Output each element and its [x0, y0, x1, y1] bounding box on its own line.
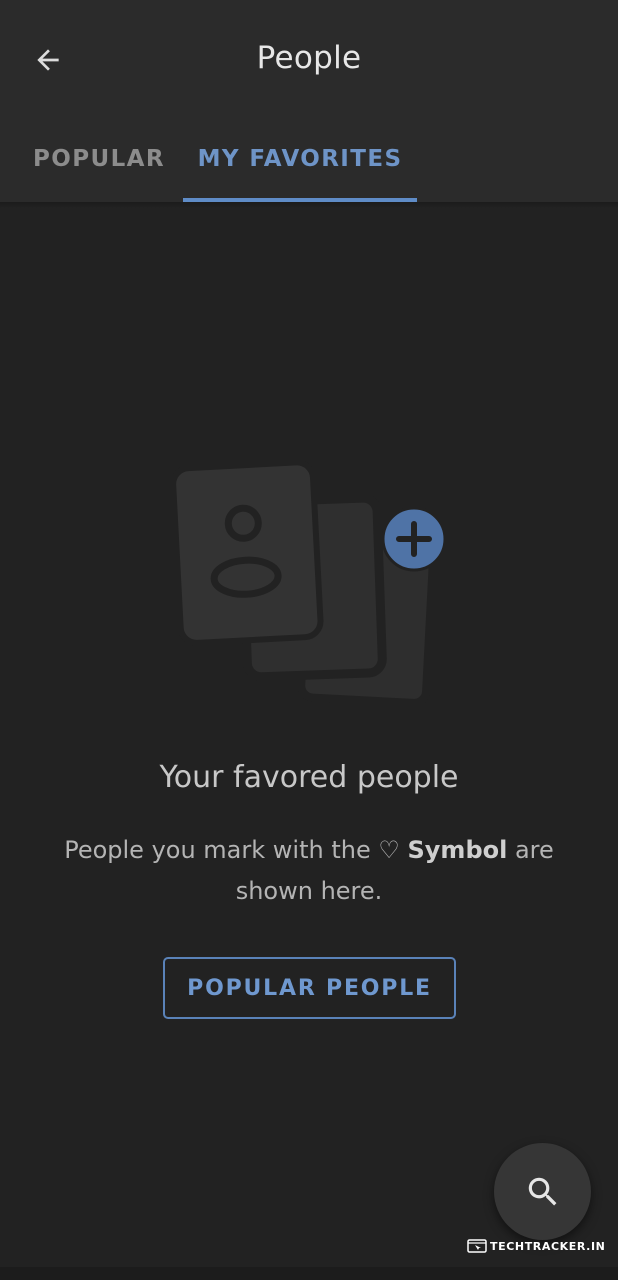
empty-state-title: Your favored people — [159, 760, 459, 795]
tab-my-favorites-label: MY FAVORITES — [197, 146, 403, 172]
search-fab[interactable] — [494, 1143, 591, 1240]
description-text-start: People you mark with the — [64, 836, 379, 864]
popular-people-button[interactable]: POPULAR PEOPLE — [163, 957, 456, 1019]
contact-cards-add-icon — [160, 455, 460, 715]
bottom-edge — [0, 1267, 618, 1280]
watermark-text: TECHTRACKER.IN — [490, 1239, 606, 1253]
watermark: TECHTRACKER.IN — [467, 1237, 605, 1255]
heart-icon: ♡ — [378, 836, 400, 864]
tab-my-favorites[interactable]: MY FAVORITES — [183, 146, 417, 202]
page-title: People — [256, 40, 362, 76]
app-screen: People POPULAR MY FAVORITES Your favored… — [0, 0, 618, 1280]
tab-popular-label: POPULAR — [33, 146, 165, 172]
header-shadow — [0, 202, 618, 208]
search-icon — [528, 1177, 556, 1205]
description-bold-symbol: Symbol — [407, 836, 508, 864]
tab-popular[interactable]: POPULAR — [14, 146, 184, 202]
popular-people-button-label: POPULAR PEOPLE — [187, 975, 432, 1001]
app-bar: People POPULAR MY FAVORITES — [0, 0, 618, 202]
empty-state-description: People you mark with the ♡ Symbol are sh… — [44, 830, 574, 912]
browser-window-icon — [467, 1239, 487, 1253]
